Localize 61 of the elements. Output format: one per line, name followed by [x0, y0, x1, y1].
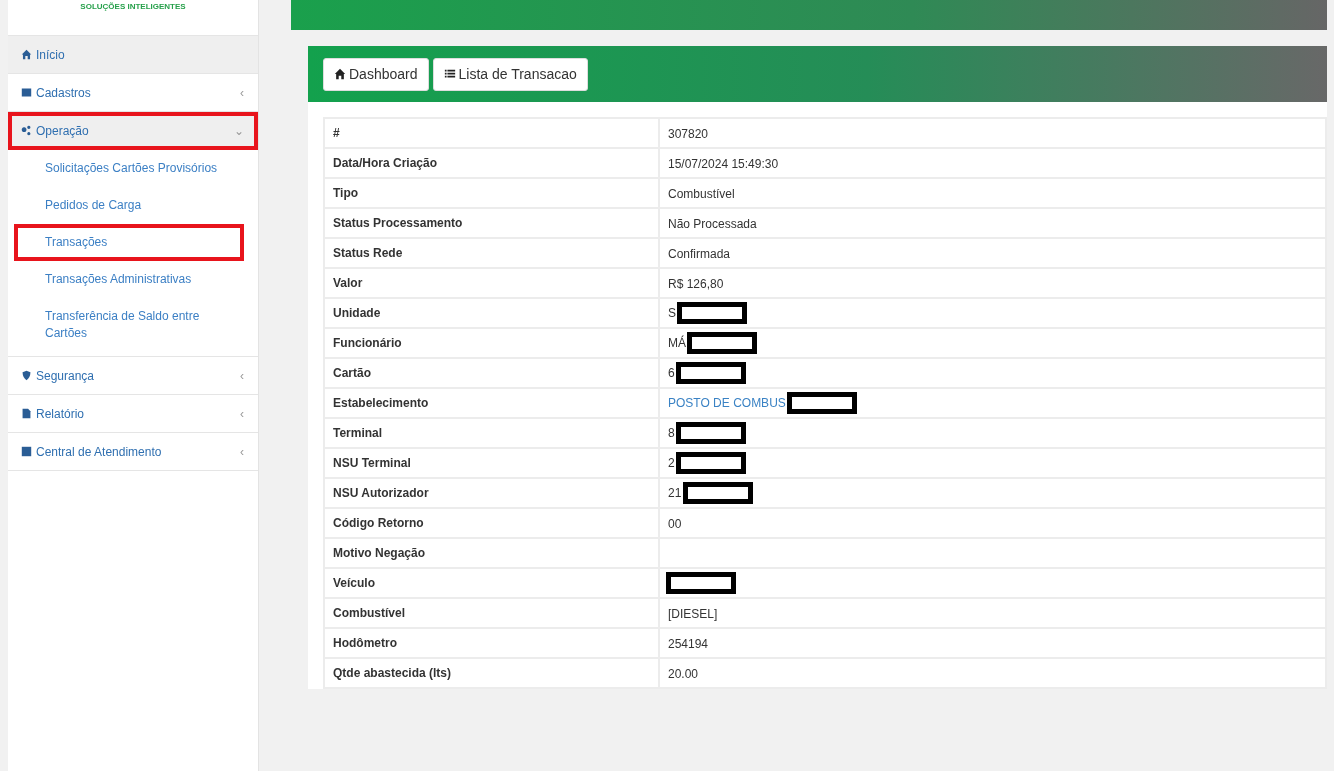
field-label: Qtde abastecida (lts) — [324, 658, 659, 688]
value-text: 20.00 — [668, 666, 699, 681]
value-text: 00 — [668, 516, 682, 531]
submenu-item[interactable]: Transações — [14, 224, 244, 261]
sidebar-item[interactable]: Segurança ‹ — [8, 357, 258, 395]
value-text: 8 — [668, 426, 675, 440]
value-text: Combustível — [668, 186, 735, 201]
field-label: Hodômetro — [324, 628, 659, 658]
field-label: Terminal — [324, 418, 659, 448]
sidebar-item[interactable]: Início — [8, 36, 258, 74]
field-value[interactable]: POSTO DE COMBUS — [659, 388, 1326, 418]
logo-tagline: SOLUÇÕES INTELIGENTES — [80, 2, 186, 12]
field-label: Cartão — [324, 358, 659, 388]
caret-icon: ‹ — [240, 406, 244, 421]
field-label: Unidade — [324, 298, 659, 328]
toolbar-button[interactable]: Dashboard — [323, 57, 429, 91]
field-label: # — [324, 118, 659, 148]
toolbar-button[interactable]: Lista de Transacao — [432, 57, 588, 91]
value-text: R$ 126,80 — [668, 276, 724, 291]
field-label: Valor — [324, 268, 659, 298]
value-text: Não Processada — [668, 216, 757, 231]
field-label: Código Retorno — [324, 508, 659, 538]
value-text: 254194 — [668, 636, 709, 651]
field-label: Status Rede — [324, 238, 659, 268]
document-icon — [21, 408, 32, 419]
field-label: Combustível — [324, 598, 659, 628]
value-text: MÁ — [668, 336, 686, 350]
field-label: Tipo — [324, 178, 659, 208]
home-icon — [334, 68, 346, 80]
value-text: 15/07/2024 15:49:30 — [668, 156, 779, 171]
submenu-item[interactable]: Solicitações Cartões Provisórios — [8, 150, 258, 187]
value-text: [DIESEL] — [668, 606, 718, 621]
field-label: Data/Hora Criação — [324, 148, 659, 178]
submenu-item[interactable]: Pedidos de Carga — [8, 187, 258, 224]
sidebar-item[interactable]: Relatório ‹ — [8, 395, 258, 433]
submenu-item[interactable]: Transferência de Saldo entre Cartões — [8, 298, 258, 352]
caret-icon: ‹ — [240, 85, 244, 100]
value-text: S — [668, 306, 676, 320]
home-icon — [21, 49, 32, 60]
establishment-link[interactable]: POSTO DE COMBUS — [668, 396, 786, 410]
field-label: Status Processamento — [324, 208, 659, 238]
value-text: 6 — [668, 366, 675, 380]
value-text: 2 — [668, 456, 675, 470]
field-label: NSU Autorizador — [324, 478, 659, 508]
field-label: Motivo Negação — [324, 538, 659, 568]
sidebar-item[interactable]: Central de Atendimento ‹ — [8, 433, 258, 471]
caret-icon: ‹ — [240, 444, 244, 459]
shield-icon — [21, 370, 32, 381]
caret-icon: ‹ — [240, 368, 244, 383]
list-icon — [443, 68, 456, 80]
gears-icon — [21, 125, 32, 136]
value-text: Confirmada — [668, 246, 731, 261]
field-label: Funcionário — [324, 328, 659, 358]
sidebar-item[interactable]: Operação ⌄ — [8, 112, 258, 150]
caret-icon: ⌄ — [234, 123, 244, 138]
value-text: 307820 — [668, 126, 709, 141]
field-label: NSU Terminal — [324, 448, 659, 478]
field-label: Veículo — [324, 568, 659, 598]
submenu-item[interactable]: Transações Administrativas — [8, 261, 258, 298]
field-label: Estabelecimento — [324, 388, 659, 418]
value-text: 21 — [668, 486, 682, 500]
